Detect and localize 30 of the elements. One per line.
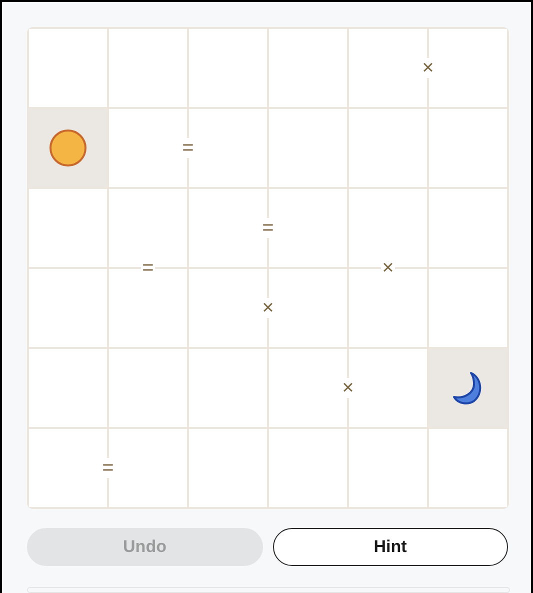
board-cell[interactable]	[29, 29, 107, 107]
board-cell[interactable]	[189, 349, 267, 427]
sun-icon	[49, 129, 87, 167]
board-cell[interactable]	[269, 29, 347, 107]
board-cell[interactable]	[189, 429, 267, 507]
board-cell[interactable]	[29, 109, 107, 187]
board-cell[interactable]	[429, 109, 507, 187]
board-cell[interactable]	[109, 349, 187, 427]
board-cell[interactable]	[269, 109, 347, 187]
board-cell[interactable]	[349, 109, 427, 187]
constraint-sign: =	[261, 218, 275, 238]
board-cell[interactable]	[349, 429, 427, 507]
board-cell[interactable]	[429, 429, 507, 507]
board-cell[interactable]	[429, 189, 507, 267]
board-cell[interactable]	[29, 269, 107, 347]
constraint-sign: ×	[341, 378, 355, 398]
board-cell[interactable]	[429, 269, 507, 347]
board-cell[interactable]	[29, 189, 107, 267]
board-cell[interactable]	[189, 29, 267, 107]
board-cell[interactable]	[429, 349, 507, 427]
moon-icon	[452, 371, 484, 405]
board-cell[interactable]	[109, 269, 187, 347]
hint-button[interactable]: Hint	[272, 528, 508, 566]
constraint-sign: =	[101, 458, 115, 478]
board-cell[interactable]	[29, 349, 107, 427]
board-cell[interactable]	[269, 429, 347, 507]
board-cell[interactable]	[109, 29, 187, 107]
constraint-sign: ×	[261, 298, 275, 318]
constraint-sign: =	[181, 138, 195, 158]
constraint-sign: ×	[421, 58, 435, 78]
